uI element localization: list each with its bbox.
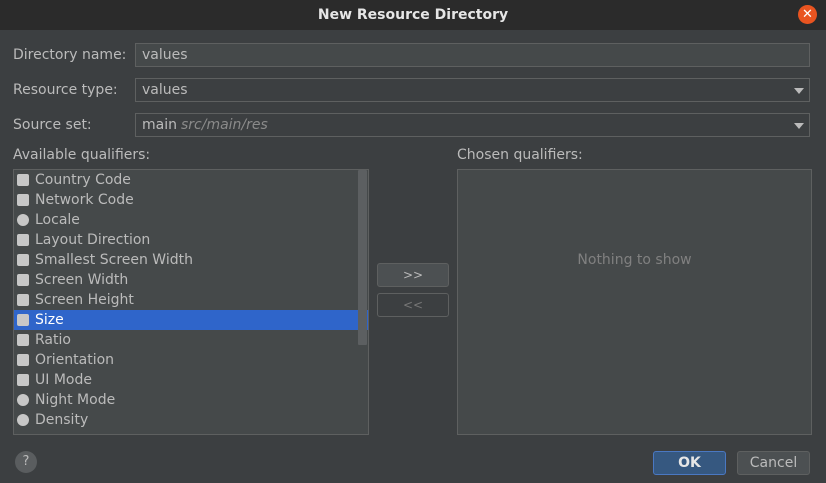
qualifier-item[interactable]: Network Code — [14, 190, 368, 210]
qualifier-item[interactable]: Density — [14, 410, 368, 430]
qualifier-item[interactable]: Size — [14, 310, 368, 330]
resource-type-label: Resource type: — [13, 82, 118, 98]
globe-icon — [17, 214, 29, 226]
density-icon — [17, 414, 29, 426]
qualifier-item[interactable]: Layout Direction — [14, 230, 368, 250]
qualifier-label: Country Code — [35, 172, 131, 188]
ui-mode-icon — [17, 374, 29, 386]
qualifier-item[interactable]: UI Mode — [14, 370, 368, 390]
chevron-down-icon — [794, 88, 804, 94]
qualifier-label: Size — [35, 312, 64, 328]
qualifier-label: Screen Width — [35, 272, 129, 288]
country-code-icon — [17, 174, 29, 186]
screen-width-icon — [17, 274, 29, 286]
qualifier-item[interactable]: Screen Width — [14, 270, 368, 290]
qualifier-item[interactable]: Screen Height — [14, 290, 368, 310]
source-set-value: main — [142, 117, 177, 133]
orientation-icon — [17, 354, 29, 366]
qualifier-label: Layout Direction — [35, 232, 151, 248]
smallest-width-icon — [17, 254, 29, 266]
help-button[interactable]: ? — [15, 451, 37, 473]
cancel-button[interactable]: Cancel — [737, 451, 810, 475]
title-bar: New Resource Directory ✕ — [0, 0, 826, 30]
source-set-select[interactable]: main src/main/res — [135, 113, 810, 137]
qualifier-item[interactable]: Smallest Screen Width — [14, 250, 368, 270]
chevron-down-icon — [794, 123, 804, 129]
qualifier-label: Screen Height — [35, 292, 134, 308]
resource-type-value: values — [142, 82, 188, 98]
qualifier-label: Density — [35, 412, 89, 428]
qualifier-item[interactable]: Locale — [14, 210, 368, 230]
network-code-icon — [17, 194, 29, 206]
close-button[interactable]: ✕ — [798, 5, 817, 24]
dialog-title: New Resource Directory — [317, 7, 509, 23]
available-qualifiers-label: Available qualifiers: — [13, 147, 151, 163]
qualifier-item[interactable]: Orientation — [14, 350, 368, 370]
qualifier-item[interactable]: Ratio — [14, 330, 368, 350]
ok-button[interactable]: OK — [653, 451, 726, 475]
source-set-hint: src/main/res — [180, 117, 268, 133]
qualifier-label: Orientation — [35, 352, 115, 368]
qualifier-item[interactable]: Night Mode — [14, 390, 368, 410]
help-icon: ? — [22, 454, 30, 469]
remove-qualifier-button[interactable]: << — [377, 293, 449, 317]
qualifier-label: Night Mode — [35, 392, 116, 408]
resource-type-select[interactable]: values — [135, 78, 810, 102]
size-icon — [17, 314, 29, 326]
available-qualifiers-list[interactable]: Density Night Mode UI Mode Orientation Ratio… — [13, 169, 369, 435]
list-scrollbar[interactable] — [358, 170, 367, 345]
qualifier-label: Locale — [35, 212, 80, 228]
qualifier-label: Network Code — [35, 192, 134, 208]
qualifier-item[interactable]: Country Code — [14, 170, 368, 190]
close-icon: ✕ — [802, 7, 813, 22]
directory-name-label: Directory name: — [13, 47, 127, 63]
qualifier-label: Ratio — [35, 332, 71, 348]
add-qualifier-button[interactable]: >> — [377, 263, 449, 287]
source-set-label: Source set: — [13, 117, 92, 133]
ratio-icon — [17, 334, 29, 346]
layout-direction-icon — [17, 234, 29, 246]
directory-name-value: values — [142, 47, 188, 63]
chosen-qualifiers-label: Chosen qualifiers: — [457, 147, 583, 163]
chosen-qualifiers-list[interactable]: Nothing to show — [457, 169, 812, 435]
screen-height-icon — [17, 294, 29, 306]
empty-state-text: Nothing to show — [577, 252, 692, 268]
qualifier-label: Smallest Screen Width — [35, 252, 193, 268]
directory-name-input[interactable]: values — [135, 43, 810, 67]
qualifier-label: UI Mode — [35, 372, 92, 388]
night-mode-icon — [17, 394, 29, 406]
